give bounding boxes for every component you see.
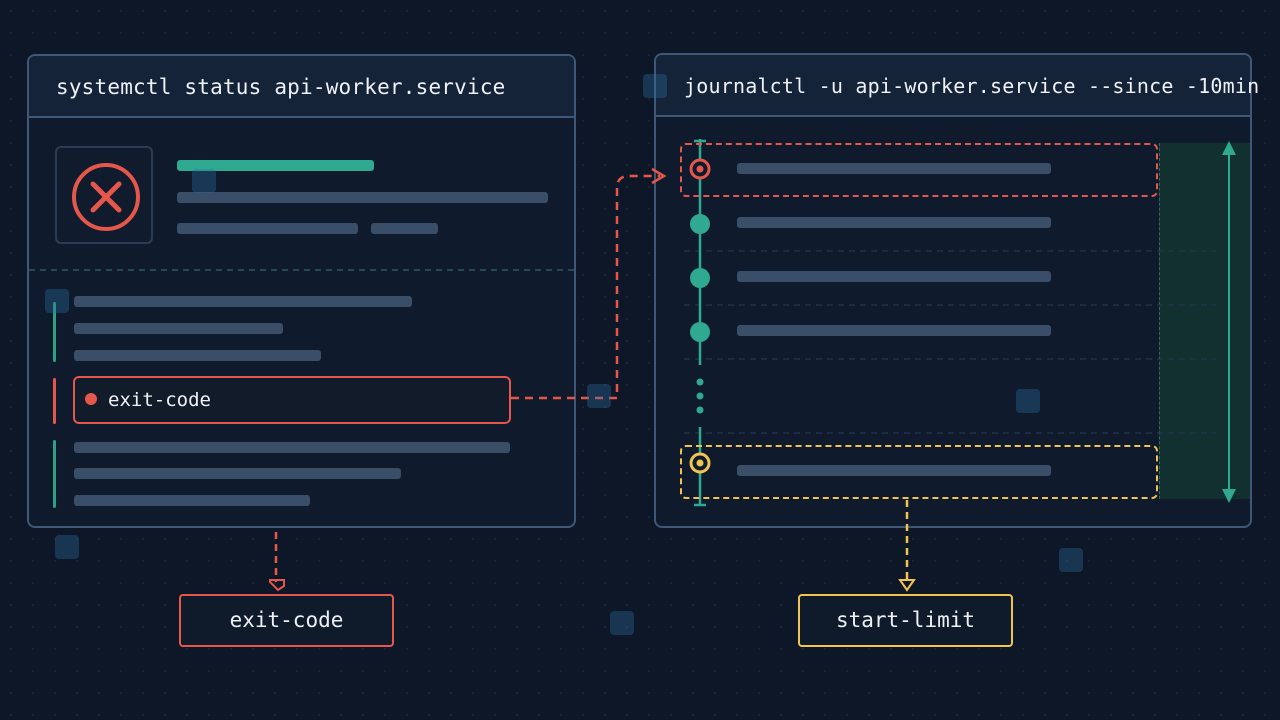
exit-code-result-tag: exit-code xyxy=(179,594,394,647)
watermark-logo xyxy=(610,611,634,635)
watermark-logo xyxy=(192,169,216,193)
watermark-logo xyxy=(1059,548,1083,572)
watermark-logo xyxy=(45,289,69,313)
watermark-logo xyxy=(55,535,79,559)
exit-code-result-label: exit-code xyxy=(229,608,344,632)
watermark-logo xyxy=(643,74,667,98)
watermark-logo xyxy=(587,384,611,408)
start-limit-result-label: start-limit xyxy=(835,608,976,632)
start-limit-result-tag: start-limit xyxy=(798,594,1013,647)
watermark-logo xyxy=(1016,389,1040,413)
